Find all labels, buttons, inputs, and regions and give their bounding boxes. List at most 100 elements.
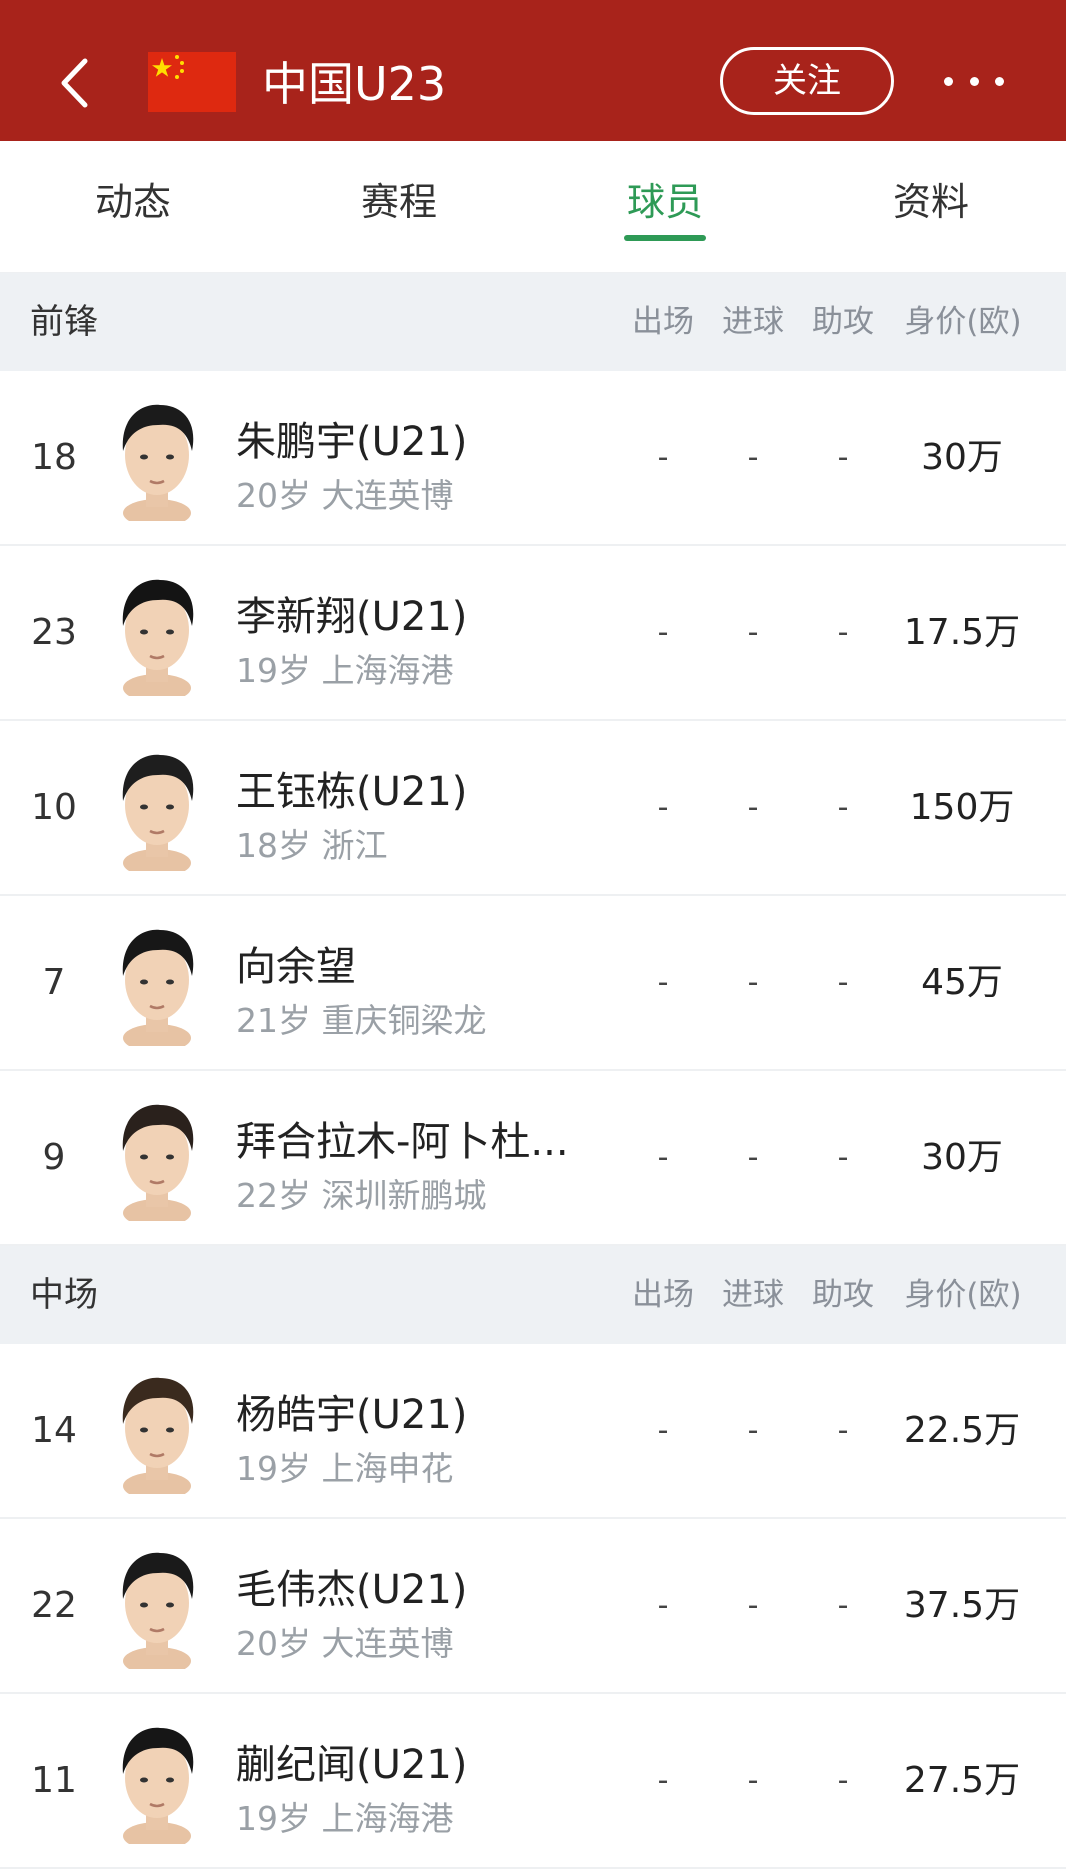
player-name: 王钰栋(U21) — [236, 769, 468, 815]
player-row[interactable]: 9 拜合拉木-阿卜杜... 22岁 深圳新鹏城 - - - 30万 — [0, 1071, 1066, 1246]
jersey-number: 22 — [31, 1585, 77, 1626]
jersey-number: 14 — [31, 1410, 77, 1451]
tab-label: 动态 — [94, 180, 171, 224]
tab-news[interactable]: 动态 — [0, 141, 266, 272]
tab-info[interactable]: 资料 — [798, 141, 1064, 272]
tab-label: 赛程 — [360, 180, 437, 224]
player-avatar — [108, 568, 206, 702]
jersey-number: 10 — [31, 787, 77, 828]
stat-assists: - — [837, 1140, 849, 1175]
player-row[interactable]: 22 毛伟杰(U21) 20岁 大连英博 - - - 37.5万 — [0, 1519, 1066, 1694]
stat-goals: - — [747, 1588, 759, 1623]
jersey-number: 7 — [42, 962, 66, 1003]
stat-apps: - — [657, 1763, 669, 1798]
player-age-club: 22岁 深圳新鹏城 — [236, 1176, 487, 1215]
stat-goals: - — [747, 790, 759, 825]
player-avatar — [108, 1366, 206, 1500]
player-avatar — [108, 393, 206, 527]
market-value: 27.5万 — [903, 1760, 1021, 1801]
player-name: 杨皓宇(U21) — [236, 1392, 468, 1438]
team-title: 中国U23 — [262, 57, 447, 111]
player-age-club: 20岁 大连英博 — [236, 476, 454, 515]
player-age-club: 21岁 重庆铜梁龙 — [236, 1001, 487, 1040]
stat-goals: - — [747, 440, 759, 475]
player-name: 拜合拉木-阿卜杜... — [236, 1119, 569, 1165]
china-flag-icon — [148, 52, 236, 112]
stat-apps: - — [657, 1413, 669, 1448]
stat-goals: - — [747, 1413, 759, 1448]
stat-apps: - — [657, 1588, 669, 1623]
stat-assists: - — [837, 1413, 849, 1448]
player-age-club: 19岁 上海海港 — [236, 651, 454, 690]
active-tab-indicator — [624, 235, 706, 241]
player-row[interactable]: 23 李新翔(U21) 19岁 上海海港 - - - 17.5万 — [0, 546, 1066, 721]
tab-schedule[interactable]: 赛程 — [266, 141, 532, 272]
stat-assists: - — [837, 440, 849, 475]
stat-apps: - — [657, 790, 669, 825]
section-header: 中场 出场 进球 助攻 身价(欧) — [0, 1246, 1066, 1344]
player-avatar — [108, 918, 206, 1052]
player-row[interactable]: 7 向余望 21岁 重庆铜梁龙 - - - 45万 — [0, 896, 1066, 1071]
player-age-club: 19岁 上海海港 — [236, 1799, 454, 1838]
jersey-number: 23 — [31, 612, 77, 653]
player-row[interactable]: 10 王钰栋(U21) 18岁 浙江 - - - 150万 — [0, 721, 1066, 896]
stat-goals: - — [747, 1763, 759, 1798]
follow-button[interactable]: 关注 — [720, 47, 894, 115]
stat-apps: - — [657, 1140, 669, 1175]
stat-goals: - — [747, 965, 759, 1000]
stat-apps: - — [657, 615, 669, 650]
jersey-number: 9 — [42, 1137, 66, 1178]
stat-apps: - — [657, 440, 669, 475]
stat-goals: - — [747, 1140, 759, 1175]
player-age-club: 19岁 上海申花 — [236, 1449, 454, 1488]
market-value: 150万 — [909, 787, 1015, 828]
column-header-value: 身价(欧) — [904, 304, 1022, 340]
tab-label: 资料 — [892, 180, 969, 224]
column-header-apps: 出场 — [632, 304, 694, 340]
stat-assists: - — [837, 615, 849, 650]
market-value: 22.5万 — [903, 1410, 1021, 1451]
player-name: 朱鹏宇(U21) — [236, 419, 468, 465]
stat-goals: - — [747, 615, 759, 650]
player-avatar — [108, 743, 206, 877]
market-value: 37.5万 — [903, 1585, 1021, 1626]
market-value: 17.5万 — [903, 612, 1021, 653]
stat-assists: - — [837, 965, 849, 1000]
player-row[interactable]: 18 朱鹏宇(U21) 20岁 大连英博 - - - 30万 — [0, 371, 1066, 546]
player-name: 蒯纪闻(U21) — [236, 1742, 468, 1788]
section-title: 中场 — [30, 1275, 98, 1315]
column-header-apps: 出场 — [632, 1277, 694, 1313]
player-name: 李新翔(U21) — [236, 594, 468, 640]
back-button[interactable] — [52, 48, 96, 118]
player-name: 毛伟杰(U21) — [236, 1567, 468, 1613]
player-avatar — [108, 1716, 206, 1850]
jersey-number: 18 — [31, 437, 77, 478]
column-header-goals: 进球 — [722, 304, 784, 340]
player-name: 向余望 — [236, 944, 356, 990]
stat-assists: - — [837, 1763, 849, 1798]
column-header-assists: 助攻 — [812, 304, 874, 340]
tab-label: 球员 — [626, 180, 703, 224]
stat-apps: - — [657, 965, 669, 1000]
player-row[interactable]: 14 杨皓宇(U21) 19岁 上海申花 - - - 22.5万 — [0, 1344, 1066, 1519]
player-roster: 前锋 出场 进球 助攻 身价(欧) 18 朱鹏宇(U21) 20岁 大连英博 - - -30万 23 李… — [0, 273, 1066, 1869]
chevron-left-icon — [61, 58, 88, 108]
player-age-club: 20岁 大连英博 — [236, 1624, 454, 1663]
stat-assists: - — [837, 1588, 849, 1623]
player-avatar — [108, 1541, 206, 1675]
player-row[interactable]: 11 蒯纪闻(U21) 19岁 上海海港 - - - 27.5万 — [0, 1694, 1066, 1869]
section-title: 前锋 — [30, 302, 98, 342]
player-age-club: 18岁 浙江 — [236, 826, 388, 865]
market-value: 30万 — [921, 1137, 1003, 1178]
tab-players[interactable]: 球员 — [532, 141, 798, 272]
more-dots-icon[interactable] — [944, 66, 1004, 96]
market-value: 45万 — [921, 962, 1003, 1003]
column-header-value: 身价(欧) — [904, 1277, 1022, 1313]
stat-assists: - — [837, 790, 849, 825]
section-header: 前锋 出场 进球 助攻 身价(欧) — [0, 273, 1066, 371]
market-value: 30万 — [921, 437, 1003, 478]
column-header-goals: 进球 — [722, 1277, 784, 1313]
jersey-number: 11 — [31, 1760, 77, 1801]
column-header-assists: 助攻 — [812, 1277, 874, 1313]
player-avatar — [108, 1093, 206, 1227]
